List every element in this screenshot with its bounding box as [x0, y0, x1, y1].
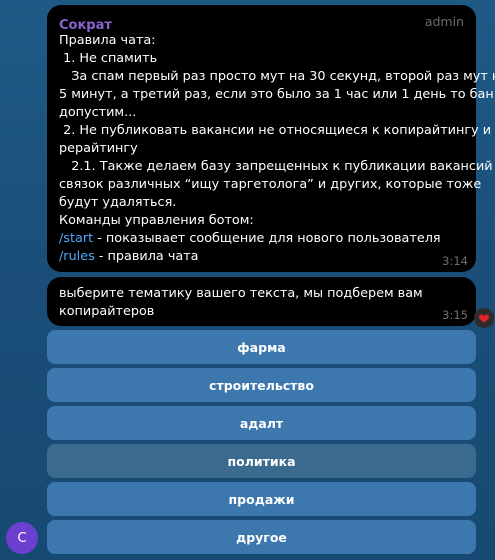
message-line: будут удаляться.	[59, 195, 177, 210]
message-text: выберите тематику вашего текста, мы подб…	[59, 285, 464, 321]
message-line: связок различных “ищу таргетолога” и дру…	[59, 177, 482, 192]
keyboard-button-other[interactable]: другое	[47, 520, 476, 554]
message-line: Команды управления ботом:	[59, 213, 254, 228]
reaction-badge[interactable]	[474, 308, 494, 328]
keyboard-button-construction[interactable]: строительство	[47, 368, 476, 402]
message-line: выберите тематику вашего текста, мы подб…	[59, 286, 423, 301]
avatar[interactable]: С	[6, 522, 38, 554]
message-line: За спам первый раз просто мут на 30 секу…	[59, 69, 495, 84]
message-line: 2.1. Также делаем базу запрещенных к пуб…	[59, 159, 493, 174]
start-command-desc: - показывает сообщение для нового пользо…	[93, 231, 441, 246]
message-bubble-rules: Сократ admin Правила чата: 1. Не спамить…	[47, 5, 495, 272]
keyboard-button-farma[interactable]: фарма	[47, 330, 476, 364]
keyboard-button-politics[interactable]: политика	[47, 444, 476, 478]
rules-command-desc: - правила чата	[94, 249, 199, 264]
message-time: 3:15	[442, 308, 468, 322]
avatar-letter: С	[17, 530, 27, 546]
message-time: 3:14	[442, 254, 468, 268]
heart-icon	[478, 314, 490, 323]
message-line: 2. Не публиковать вакансии не относящиес…	[59, 123, 492, 138]
keyboard-button-sales[interactable]: продажи	[47, 482, 476, 516]
admin-badge: admin	[424, 14, 464, 29]
message-line: 1. Не спамить	[59, 51, 158, 66]
sender-name[interactable]: Сократ	[59, 18, 112, 33]
command-line-start: /start - показывает сообщение для нового…	[59, 230, 464, 248]
command-line-rules: /rules - правила чата	[59, 248, 464, 266]
message-line: Правила чата:	[59, 33, 156, 48]
message-text: Правила чата: 1. Не спамить За спам перв…	[59, 32, 495, 266]
start-command-link[interactable]: /start	[59, 231, 93, 246]
message-line: 5 минут, а третий раз, если это было за …	[59, 87, 494, 102]
rules-command-link[interactable]: /rules	[59, 249, 95, 264]
message-bubble-topic: выберите тематику вашего текста, мы подб…	[47, 277, 476, 326]
message-line: рерайтингу	[59, 141, 138, 156]
message-line: допустим...	[59, 105, 137, 120]
message-line: копирайтеров	[59, 304, 155, 319]
keyboard-button-adult[interactable]: адалт	[47, 406, 476, 440]
